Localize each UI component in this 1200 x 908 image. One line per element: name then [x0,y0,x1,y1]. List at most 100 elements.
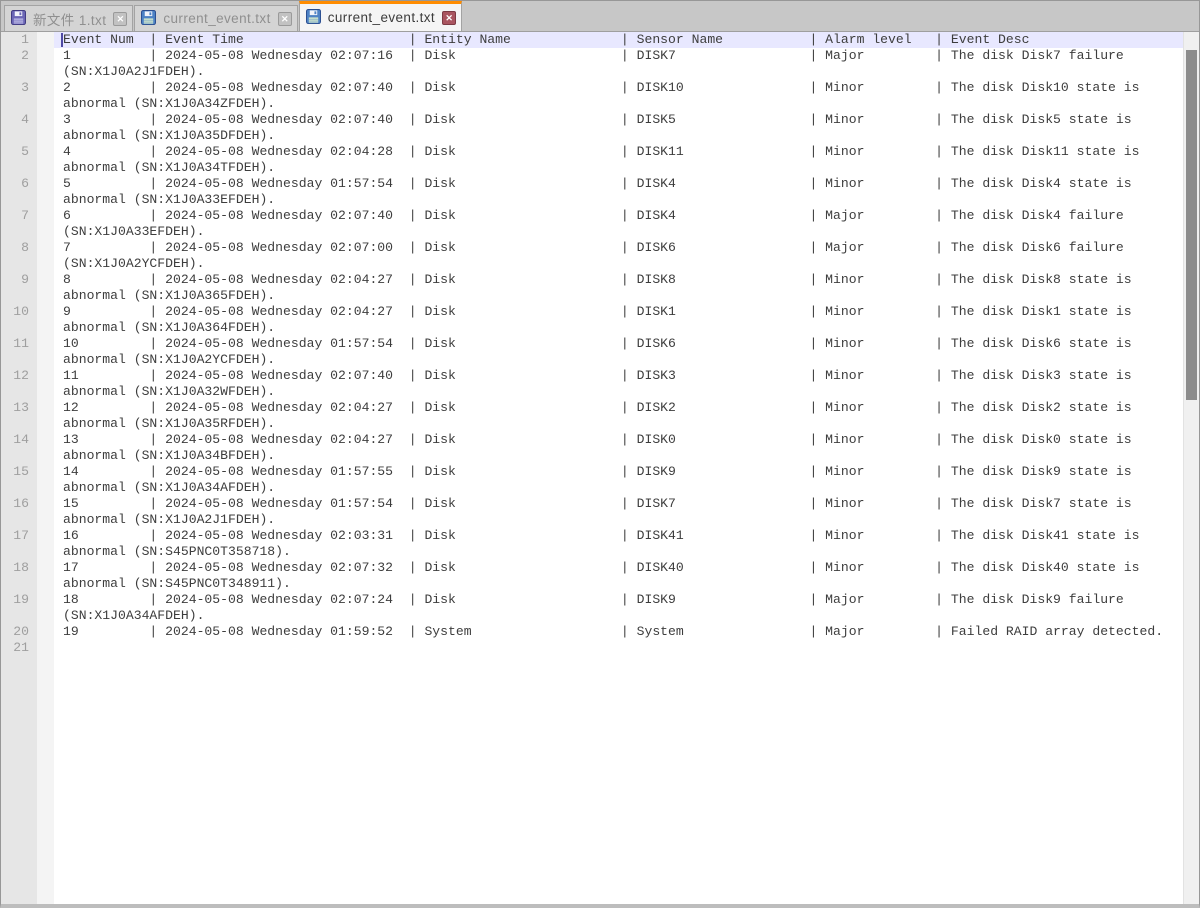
editor-line-row: 1918 | 2024-05-08 Wednesday 02:07:24 | D… [1,592,1183,624]
margin-cell [37,368,54,400]
margin-cell [37,48,54,80]
margin-cell [37,400,54,432]
margin-cell [37,32,54,48]
margin-cell [37,240,54,272]
line-number[interactable]: 12 [1,368,37,400]
margin-cell [37,624,54,640]
editor-line-row: 54 | 2024-05-08 Wednesday 02:04:28 | Dis… [1,144,1183,176]
line-number[interactable]: 4 [1,112,37,144]
tab-close-icon[interactable]: ✕ [278,12,292,26]
text-line[interactable]: 6 | 2024-05-08 Wednesday 02:07:40 | Disk… [54,208,1187,240]
margin-cell [37,560,54,592]
line-number[interactable]: 11 [1,336,37,368]
text-caret [61,33,63,47]
tab-title: current_event.txt [161,11,272,26]
text-line[interactable]: 12 | 2024-05-08 Wednesday 02:04:27 | Dis… [54,400,1187,432]
line-number[interactable]: 8 [1,240,37,272]
editor-line-row: 1110 | 2024-05-08 Wednesday 01:57:54 | D… [1,336,1183,368]
line-number[interactable]: 18 [1,560,37,592]
editor-line-row: 87 | 2024-05-08 Wednesday 02:07:00 | Dis… [1,240,1183,272]
margin-cell [37,464,54,496]
line-number[interactable]: 2 [1,48,37,80]
line-number[interactable]: 17 [1,528,37,560]
editor-line-row: 109 | 2024-05-08 Wednesday 02:04:27 | Di… [1,304,1183,336]
text-line[interactable]: 15 | 2024-05-08 Wednesday 01:57:54 | Dis… [54,496,1187,528]
line-number[interactable]: 3 [1,80,37,112]
text-line[interactable]: 3 | 2024-05-08 Wednesday 02:07:40 | Disk… [54,112,1187,144]
floppy-blue-save-icon [141,10,156,28]
text-lines: 1Event Num | Event Time | Entity Name | … [1,32,1183,656]
margin-cell [37,176,54,208]
floppy-blue-save-icon [306,9,321,27]
text-line[interactable]: 4 | 2024-05-08 Wednesday 02:04:28 | Disk… [54,144,1187,176]
margin-cell [37,432,54,464]
text-line[interactable]: 16 | 2024-05-08 Wednesday 02:03:31 | Dis… [54,528,1187,560]
line-number[interactable]: 14 [1,432,37,464]
margin-cell [37,272,54,304]
line-number[interactable]: 19 [1,592,37,624]
text-line[interactable]: 19 | 2024-05-08 Wednesday 01:59:52 | Sys… [54,624,1187,640]
editor-line-row: 65 | 2024-05-08 Wednesday 01:57:54 | Dis… [1,176,1183,208]
text-line[interactable]: 10 | 2024-05-08 Wednesday 01:57:54 | Dis… [54,336,1187,368]
margin-cell [37,496,54,528]
text-line[interactable]: 5 | 2024-05-08 Wednesday 01:57:54 | Disk… [54,176,1187,208]
text-line[interactable]: 1 | 2024-05-08 Wednesday 02:07:16 | Disk… [54,48,1187,80]
editor-line-row: 1413 | 2024-05-08 Wednesday 02:04:27 | D… [1,432,1183,464]
tab-0[interactable]: 新文件 1.txt ✕ [4,5,133,31]
text-line[interactable]: 11 | 2024-05-08 Wednesday 02:07:40 | Dis… [54,368,1187,400]
margin-cell [37,336,54,368]
line-number[interactable]: 5 [1,144,37,176]
text-line[interactable]: 13 | 2024-05-08 Wednesday 02:04:27 | Dis… [54,432,1187,464]
editor-line-row: 32 | 2024-05-08 Wednesday 02:07:40 | Dis… [1,80,1183,112]
text-line[interactable]: 18 | 2024-05-08 Wednesday 02:07:24 | Dis… [54,592,1187,624]
tab-bar: 新文件 1.txt✕current_event.txt✕current_even… [1,1,1199,32]
editor-line-row: 43 | 2024-05-08 Wednesday 02:07:40 | Dis… [1,112,1183,144]
margin-cell [37,208,54,240]
text-line[interactable] [54,640,1187,656]
current-line-highlight[interactable]: Event Num | Event Time | Entity Name | S… [54,32,1187,48]
notepad-window: 新文件 1.txt✕current_event.txt✕current_even… [0,0,1200,908]
tab-close-icon[interactable]: ✕ [442,11,456,25]
editor-line-row: 21 | 2024-05-08 Wednesday 02:07:16 | Dis… [1,48,1183,80]
line-number[interactable]: 6 [1,176,37,208]
text-line[interactable]: 7 | 2024-05-08 Wednesday 02:07:00 | Disk… [54,240,1187,272]
margin-cell [37,528,54,560]
floppy-purple-save-icon [11,10,26,28]
line-number[interactable]: 21 [1,640,37,656]
line-number[interactable]: 15 [1,464,37,496]
line-number[interactable]: 9 [1,272,37,304]
margin-cell [37,80,54,112]
margin-cell [37,112,54,144]
line-number[interactable]: 10 [1,304,37,336]
tab-title: 新文件 1.txt [31,9,108,29]
editor-line-row: 76 | 2024-05-08 Wednesday 02:07:40 | Dis… [1,208,1183,240]
editor-line-row: 1211 | 2024-05-08 Wednesday 02:07:40 | D… [1,368,1183,400]
text-line[interactable]: 2 | 2024-05-08 Wednesday 02:07:40 | Disk… [54,80,1187,112]
line-number[interactable]: 1 [1,32,37,48]
margin-cell [37,144,54,176]
line-number[interactable]: 16 [1,496,37,528]
margin-cell [37,592,54,624]
text-line[interactable]: 14 | 2024-05-08 Wednesday 01:57:55 | Dis… [54,464,1187,496]
margin-cell [37,304,54,336]
vertical-scrollbar[interactable] [1183,32,1199,904]
text-line[interactable]: 17 | 2024-05-08 Wednesday 02:07:32 | Dis… [54,560,1187,592]
text-line[interactable]: 9 | 2024-05-08 Wednesday 02:04:27 | Disk… [54,304,1187,336]
margin-cell [37,640,54,656]
tab-1[interactable]: current_event.txt ✕ [134,5,297,31]
editor-line-row: 1Event Num | Event Time | Entity Name | … [1,32,1183,48]
editor-line-row: 1615 | 2024-05-08 Wednesday 01:57:54 | D… [1,496,1183,528]
line-number[interactable]: 13 [1,400,37,432]
editor-line-row: 98 | 2024-05-08 Wednesday 02:04:27 | Dis… [1,272,1183,304]
editor-text-area[interactable]: 1 Event Num | Event Time | Entity Name | … [1,32,1199,904]
editor-line-row: 2019 | 2024-05-08 Wednesday 01:59:52 | S… [1,624,1183,640]
line-number[interactable]: 20 [1,624,37,640]
editor-line-row: 1817 | 2024-05-08 Wednesday 02:07:32 | D… [1,560,1183,592]
line-number[interactable]: 7 [1,208,37,240]
scrollbar-thumb[interactable] [1186,50,1197,400]
tab-close-icon[interactable]: ✕ [113,12,127,26]
tab-2-active[interactable]: current_event.txt ✕ [299,1,462,31]
editor-line-row: 1312 | 2024-05-08 Wednesday 02:04:27 | D… [1,400,1183,432]
tab-title: current_event.txt [326,10,437,25]
text-line[interactable]: 8 | 2024-05-08 Wednesday 02:04:27 | Disk… [54,272,1187,304]
